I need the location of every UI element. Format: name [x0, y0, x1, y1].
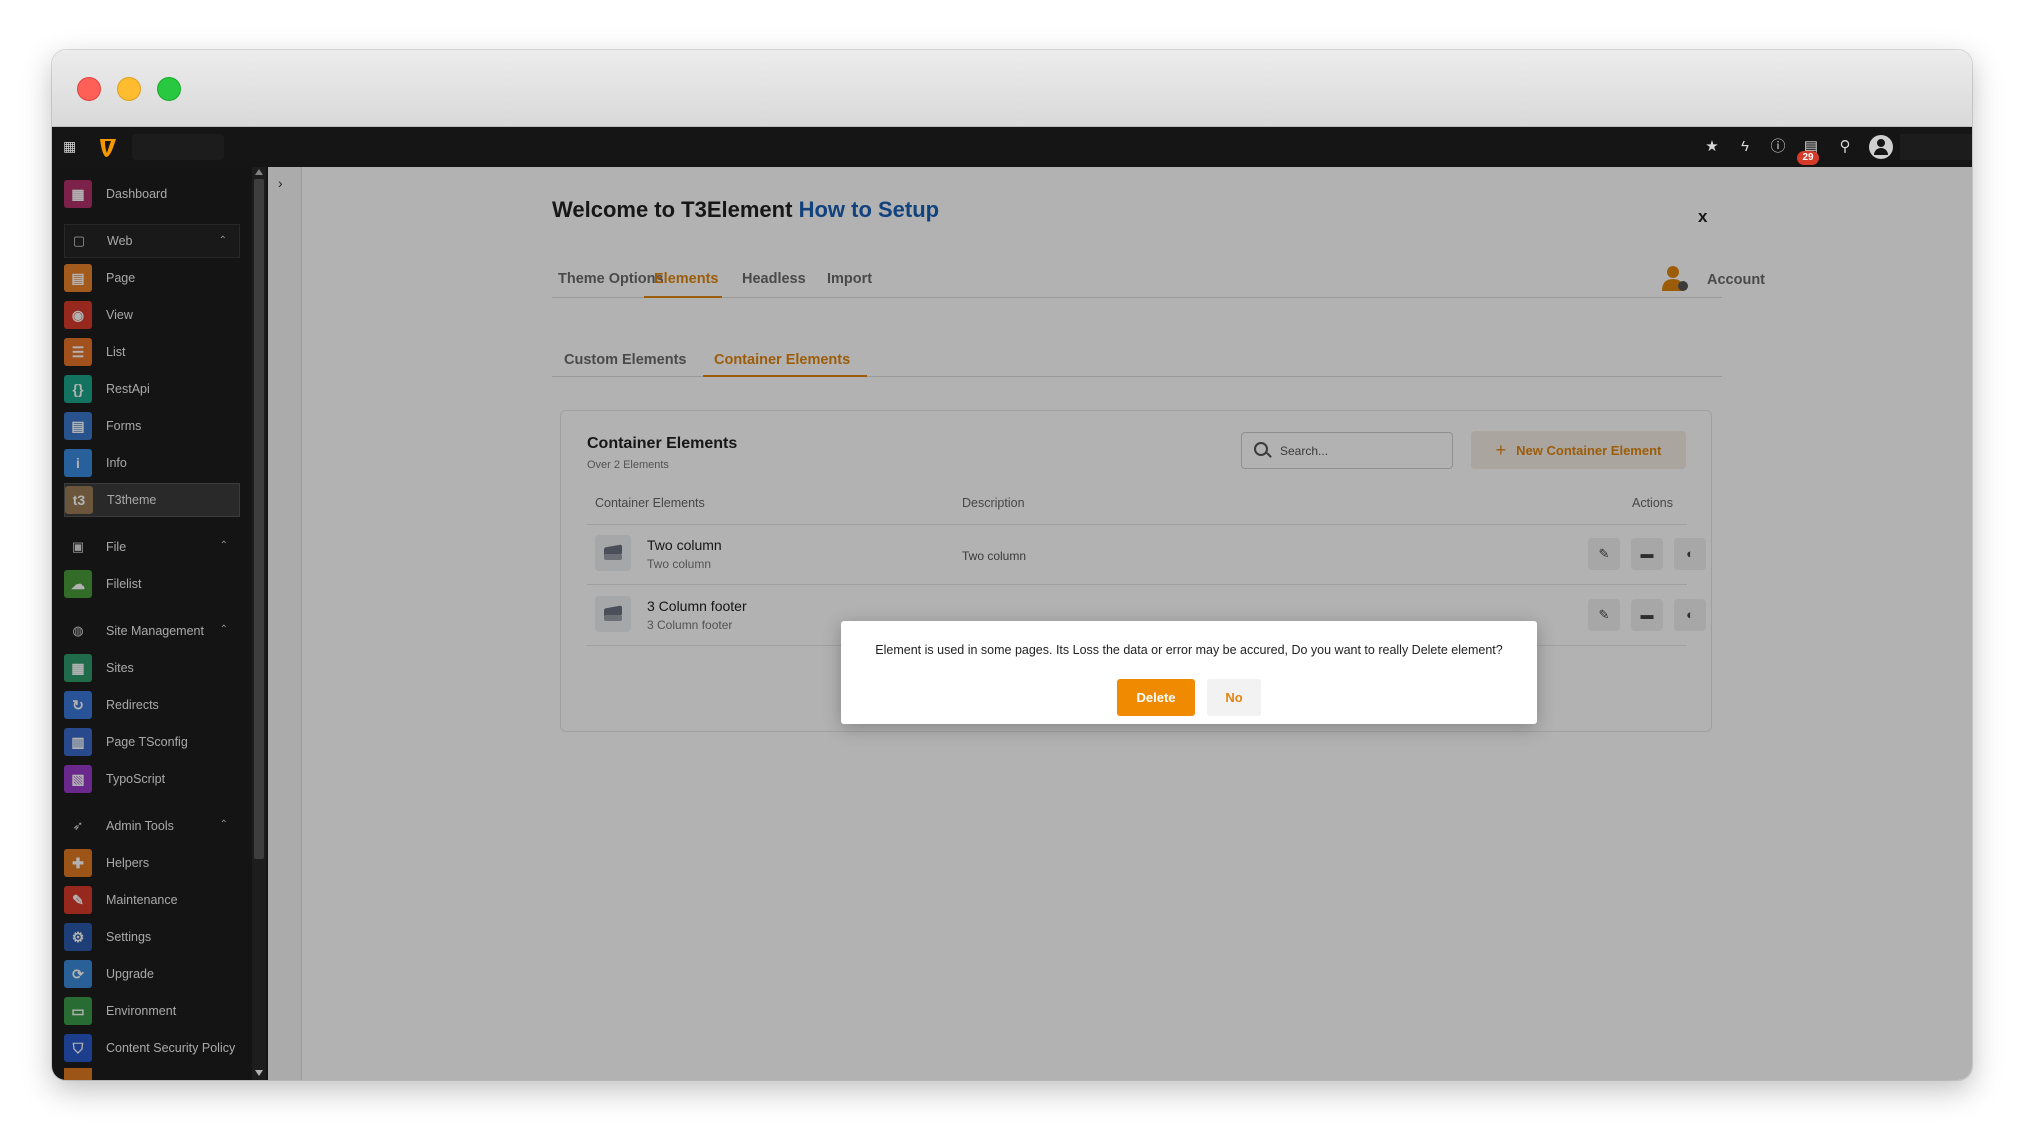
site-name-blurred [132, 134, 224, 160]
dialog-message: Element is used in some pages. Its Loss … [875, 643, 1503, 657]
flash-icon[interactable]: ϟ [1735, 137, 1755, 157]
confirm-delete-dialog: Element is used in some pages. Its Loss … [841, 621, 1537, 724]
help-icon[interactable]: ⓘ [1768, 137, 1788, 157]
close-window-button[interactable] [77, 77, 101, 101]
maximize-window-button[interactable] [157, 77, 181, 101]
typo3-logo-icon[interactable] [96, 135, 120, 159]
browser-window: ▦ ★ ϟ ⓘ ▤ 29 ⚲ ▦ Dashboard ▢ Web ⌃ ▤ Pag… [52, 50, 1972, 1080]
delete-button[interactable]: Delete [1117, 679, 1195, 716]
star-icon[interactable]: ★ [1702, 137, 1722, 157]
user-avatar-icon[interactable] [1869, 135, 1893, 159]
top-toolbar: ▦ ★ ϟ ⓘ ▤ 29 ⚲ [52, 127, 1972, 167]
window-titlebar [52, 50, 1972, 127]
notification-badge: 29 [1797, 151, 1819, 165]
no-button[interactable]: No [1207, 679, 1261, 716]
search-icon[interactable]: ⚲ [1835, 137, 1855, 157]
username-blurred [1900, 134, 1972, 160]
minimize-window-button[interactable] [117, 77, 141, 101]
app-grid-icon[interactable]: ▦ [63, 138, 79, 154]
